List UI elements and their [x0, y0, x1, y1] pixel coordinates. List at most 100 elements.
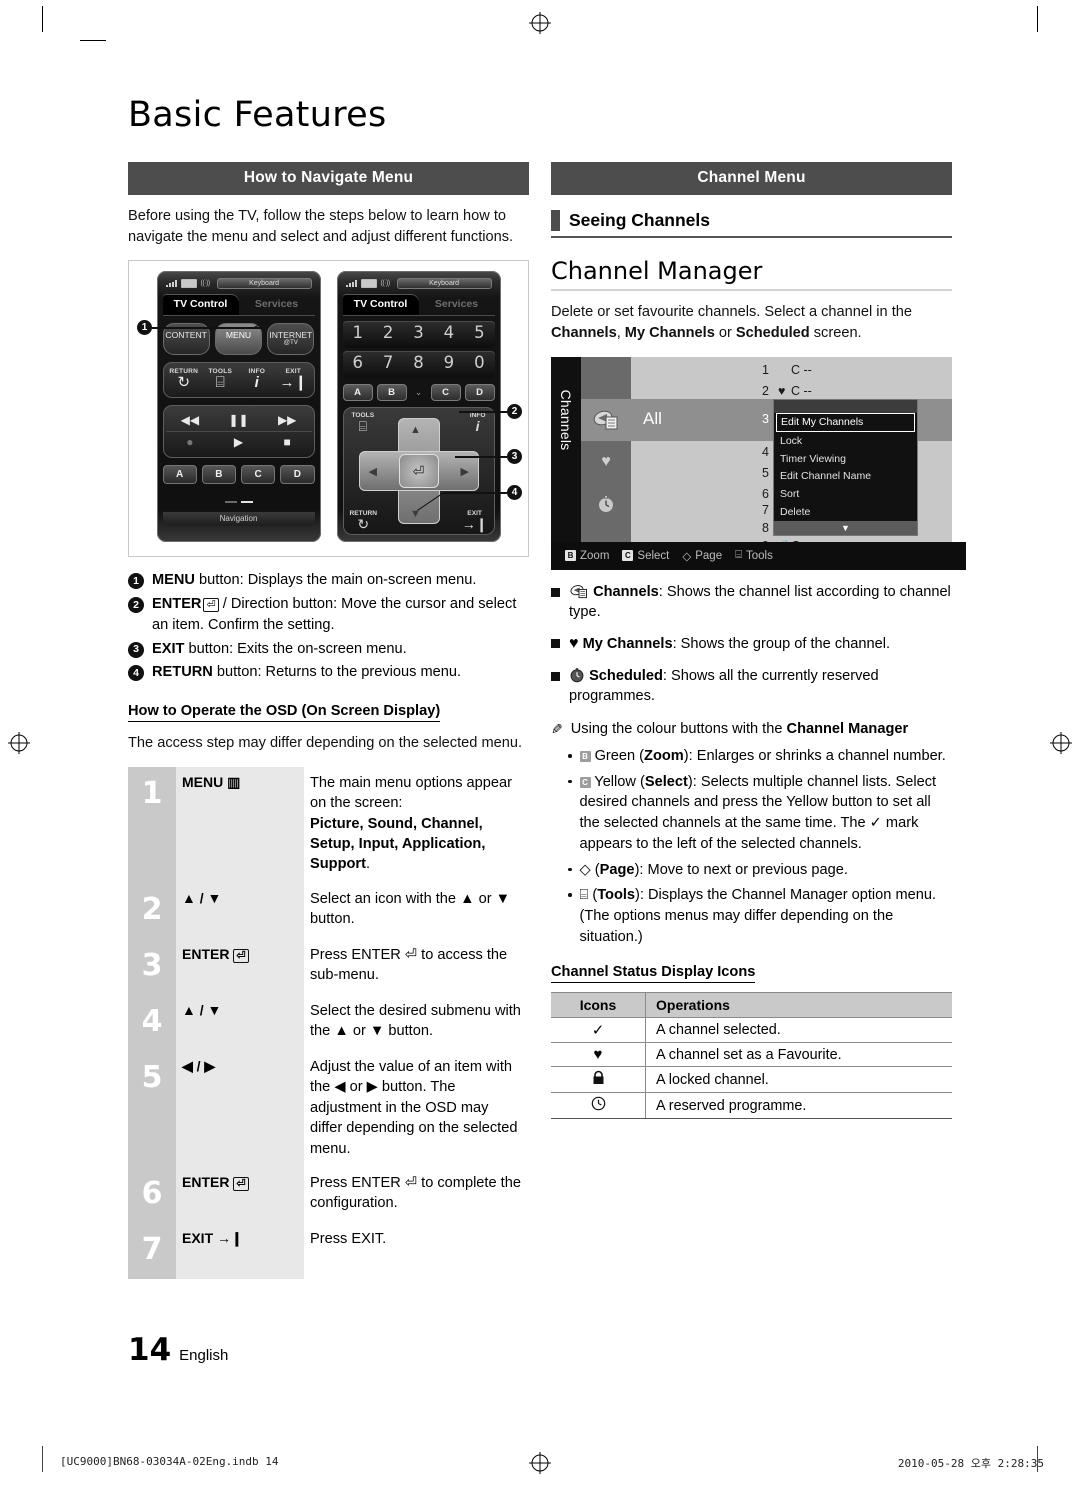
num-1[interactable]: 1 — [343, 323, 373, 343]
popup-item-sort[interactable]: Sort — [774, 486, 917, 504]
footer-rule-left — [42, 1446, 43, 1472]
table-row: 5 ◀ / ▶ Adjust the value of an item with… — [128, 1050, 529, 1167]
num-0[interactable]: 0 — [464, 353, 494, 373]
internet-tv-button[interactable]: INTERNET @TV — [267, 323, 315, 355]
tab-services[interactable]: Services — [419, 294, 495, 315]
arrow-up-icon[interactable]: ▲ — [410, 424, 421, 436]
channel-manager-heading: Channel Manager — [551, 256, 763, 285]
pause-icon[interactable]: ❚❚ — [214, 412, 263, 429]
return-key-2[interactable]: RETURN ↻ — [350, 510, 377, 532]
number-row-2: 6 7 8 9 0 — [342, 351, 495, 379]
colour-button-d[interactable]: D — [280, 464, 315, 484]
tools-key-2[interactable]: TOOLS ⌸ — [352, 412, 375, 434]
step-number: 3 — [128, 938, 176, 995]
step-key-label: EXIT — [182, 1229, 214, 1246]
num-2[interactable]: 2 — [373, 323, 403, 343]
step-key: ENTER ⏎ — [176, 938, 304, 995]
callout-4-leader — [443, 492, 507, 494]
tab-tv-control[interactable]: TV Control — [162, 294, 239, 316]
keyboard-button[interactable]: Keyboard — [216, 277, 312, 289]
num-3[interactable]: 3 — [403, 323, 433, 343]
popup-item-lock[interactable]: Lock — [774, 432, 917, 450]
list-item[interactable]: 1 C -- — [631, 363, 952, 384]
popup-scroll-down-icon[interactable]: ▼ — [774, 521, 917, 536]
label-part: ): Move to next or previous page. — [634, 861, 848, 878]
num-6[interactable]: 6 — [343, 353, 373, 373]
popup-item-delete[interactable]: Delete — [774, 504, 917, 522]
osd-sidebar: Channels — [551, 356, 581, 542]
enter-button[interactable]: ⏎ — [398, 454, 439, 489]
arrow-right-icon[interactable]: ▶ — [461, 465, 469, 478]
col-header-icons: Icons — [551, 992, 646, 1019]
exit-key-2[interactable]: EXIT →❙ — [462, 510, 488, 532]
square-bullet — [551, 587, 560, 597]
num-7[interactable]: 7 — [373, 353, 403, 373]
osd-icon-blank — [581, 357, 631, 399]
colour-button-d[interactable]: D — [464, 384, 495, 402]
hint-zoom[interactable]: B Zoom — [565, 550, 609, 562]
return-key[interactable]: RETURN ↻ — [166, 368, 203, 391]
intro-part: or — [714, 324, 736, 341]
step-key-label: ENTER — [182, 945, 230, 962]
remote-media-controls: ◀◀ ❚❚ ▶▶ ● ▶ ■ — [162, 404, 315, 458]
num-9[interactable]: 9 — [434, 353, 464, 373]
tools-key[interactable]: TOOLS ⌸ — [202, 368, 239, 391]
stop-icon[interactable]: ■ — [263, 434, 312, 451]
table-row: 3 ENTER ⏎ Press ENTER ⏎ to access the su… — [128, 938, 529, 995]
num-8[interactable]: 8 — [403, 353, 433, 373]
keyboard-button[interactable]: Keyboard — [396, 277, 492, 289]
hint-page[interactable]: ◇ Page — [682, 549, 722, 563]
osd-icon-scheduled[interactable] — [581, 483, 631, 525]
colour-button-c[interactable]: C — [241, 464, 276, 484]
osd-steps-table: 1 MENU ▥ The main menu options appear on… — [128, 766, 529, 1279]
chevron-down-icon[interactable]: ⌄ — [411, 387, 427, 398]
colour-button-c[interactable]: C — [430, 384, 461, 402]
popup-item-timer-viewing[interactable]: Timer Viewing — [774, 450, 917, 468]
popup-item-edit-my-channels[interactable]: Edit My Channels — [776, 412, 915, 433]
colour-button-b[interactable]: B — [376, 384, 407, 402]
record-icon[interactable]: ● — [166, 434, 215, 451]
registration-mark — [529, 12, 551, 34]
table-row: A reserved programme. — [551, 1092, 952, 1120]
page-title: Basic Features — [128, 95, 387, 135]
hint-tools[interactable]: ⌸ Tools — [735, 549, 773, 562]
green-button-icon: B — [565, 550, 576, 562]
popup-item-edit-channel-name[interactable]: Edit Channel Name — [774, 468, 917, 486]
list-item: Channels: Shows the channel list accordi… — [551, 582, 952, 623]
hint-label: Page — [695, 549, 723, 562]
remote-numeric-panel: ((·)) Keyboard TV Control Services 1 2 3… — [336, 271, 501, 543]
info-key[interactable]: INFO i — [239, 368, 276, 391]
tools-icon: ⌸ — [579, 887, 589, 904]
list-item: 4 RETURN button: Returns to the previous… — [128, 662, 529, 683]
info-key-2[interactable]: INFO i — [470, 412, 486, 434]
osd-icon-my-channels[interactable]: ♥ — [581, 441, 631, 483]
exit-key[interactable]: EXIT →❙ — [275, 368, 312, 391]
hint-select[interactable]: C Select — [622, 550, 669, 562]
battery-icon — [180, 278, 197, 288]
arrow-left-icon[interactable]: ◀ — [369, 465, 377, 478]
channel-status-icon: ♥ — [778, 383, 786, 398]
channel-number: 2 — [762, 383, 769, 398]
step-number: 1 — [128, 766, 176, 883]
tab-tv-control[interactable]: TV Control — [342, 294, 419, 316]
signal-icon — [165, 279, 177, 287]
fast-forward-icon[interactable]: ▶▶ — [263, 412, 312, 429]
colour-button-a[interactable]: A — [342, 384, 373, 402]
play-icon[interactable]: ▶ — [214, 434, 263, 451]
colour-button-b[interactable]: B — [201, 464, 236, 484]
num-4[interactable]: 4 — [434, 323, 464, 343]
arrow-down-icon[interactable]: ▼ — [410, 508, 421, 520]
osd-icon-channels[interactable] — [581, 398, 631, 441]
note-bold: Channel Manager — [786, 721, 909, 738]
step-key: ◀ / ▶ — [176, 1050, 304, 1167]
table-row: 6 ENTER ⏎ Press ENTER ⏎ to complete the … — [128, 1166, 529, 1223]
step-desc: Select the desired submenu with the ▲ or… — [304, 994, 529, 1051]
tab-services[interactable]: Services — [239, 294, 315, 315]
rewind-icon[interactable]: ◀◀ — [166, 412, 215, 429]
tab-divider — [342, 315, 495, 317]
step-key: MENU ▥ — [176, 766, 304, 883]
num-5[interactable]: 5 — [464, 323, 494, 343]
intro-part: Delete or set favourite channels. Select… — [551, 304, 913, 321]
colour-button-a[interactable]: A — [162, 464, 197, 484]
table-row: ✓ A channel selected. — [551, 1017, 952, 1044]
